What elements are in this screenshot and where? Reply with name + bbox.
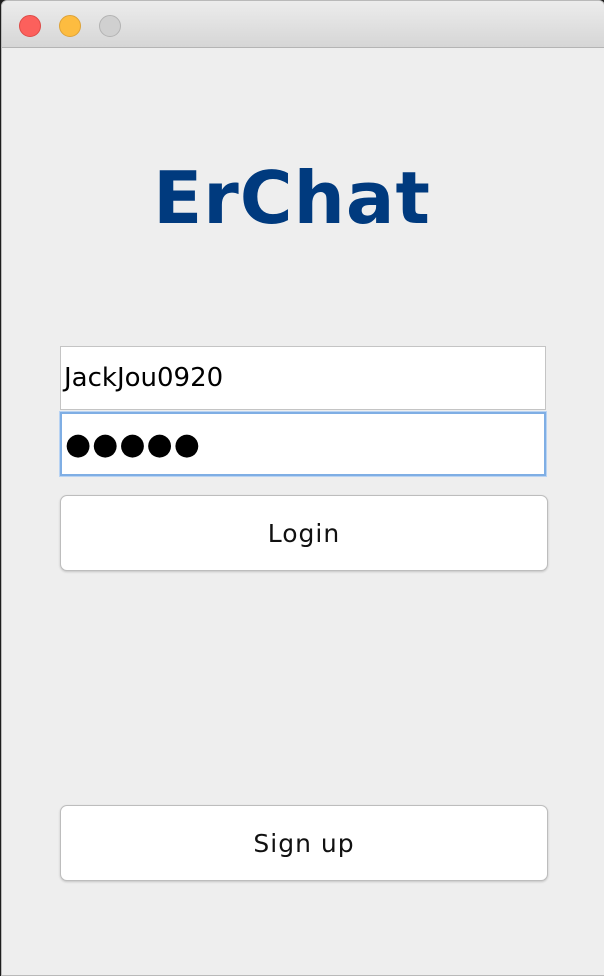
login-button[interactable]: Login	[60, 495, 548, 571]
login-window: ErChat JackJou0920 ●●●●● Login Sign up	[1, 0, 604, 976]
app-title: ErChat	[153, 156, 431, 240]
title-bar[interactable]	[2, 1, 604, 48]
password-input[interactable]: ●●●●●	[60, 412, 546, 476]
signup-button[interactable]: Sign up	[60, 805, 548, 881]
username-input[interactable]: JackJou0920	[60, 346, 546, 410]
zoom-window-icon[interactable]	[99, 15, 121, 37]
close-window-icon[interactable]	[19, 15, 41, 37]
minimize-window-icon[interactable]	[59, 15, 81, 37]
